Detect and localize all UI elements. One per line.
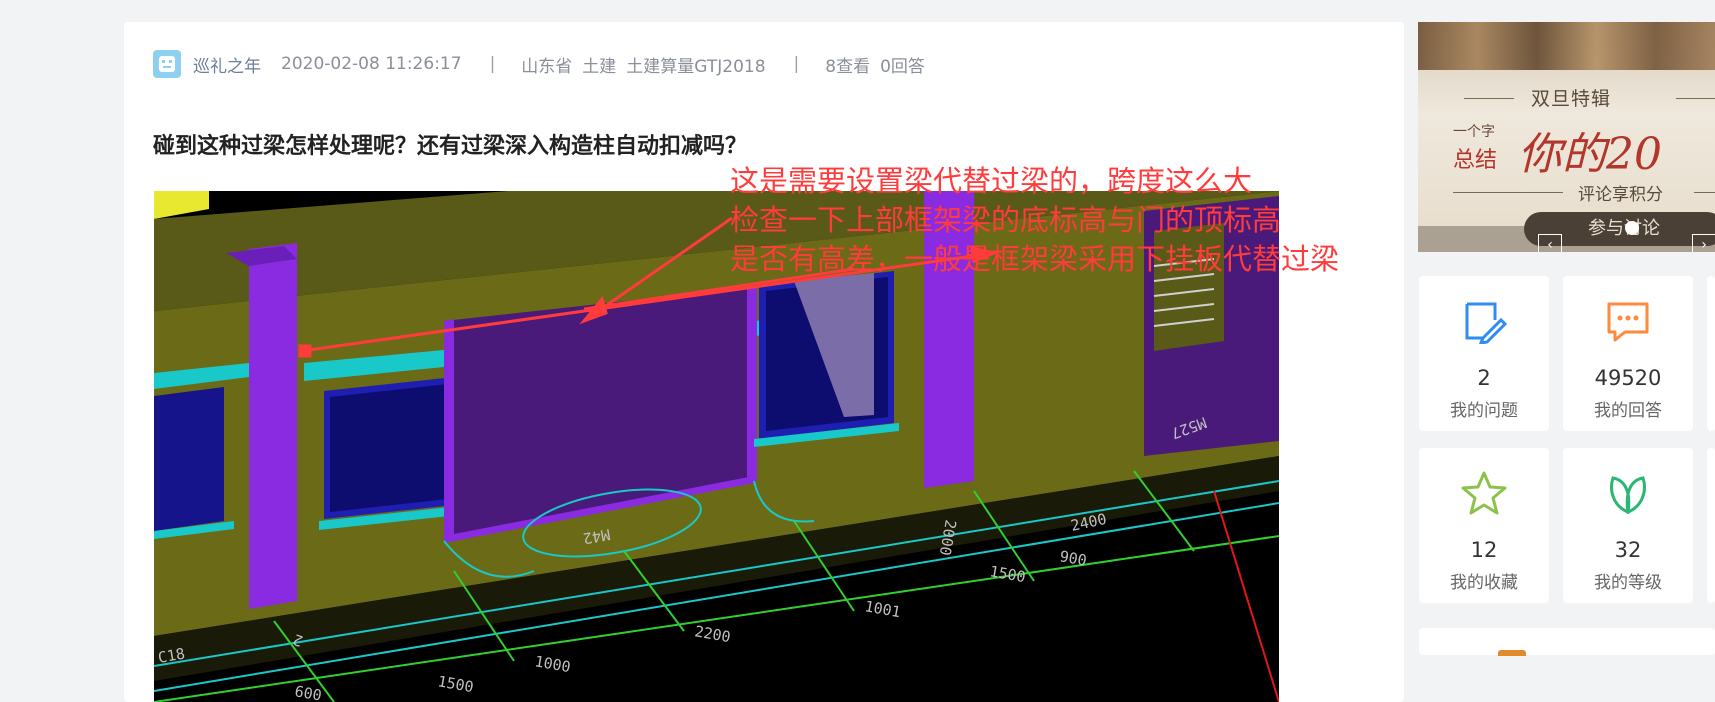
stat-card-questions[interactable]: 2 我的问题: [1419, 276, 1549, 431]
level-label: 我的等级: [1594, 573, 1662, 593]
annotation-line-1: 这是需要设置梁代替过梁的，跨度这么大: [730, 164, 1253, 198]
banner-headline: 你的20: [1518, 129, 1662, 180]
cad-dim-900: 900: [1058, 547, 1088, 569]
questions-count: 2: [1477, 366, 1491, 390]
questions-label: 我的问题: [1450, 401, 1518, 421]
stat-card-favorites[interactable]: 12 我的收藏: [1419, 448, 1549, 603]
category-tag[interactable]: 土建: [582, 52, 616, 77]
banner-rule: [1464, 98, 1514, 99]
cad-dim-600: 600: [293, 682, 323, 702]
cad-dim-1000: 1000: [533, 652, 572, 676]
meta-separator-2: |: [793, 54, 800, 74]
banner-small-text-2: 总结: [1453, 148, 1498, 173]
stat-card-level[interactable]: 32 我的等级: [1563, 448, 1693, 603]
annotation-line-2: 检查一下上部框架梁的底标高与门的顶标高: [730, 203, 1282, 237]
answers-count: 49520: [1594, 366, 1662, 390]
answers-label: 我的回答: [1594, 401, 1662, 421]
annotation-line-3: 是否有高差，一般是框架梁采用下挂板代替过梁: [730, 242, 1340, 276]
banner-rule: [1676, 98, 1715, 99]
cad-dim-1500: 1500: [988, 562, 1027, 586]
software-tag[interactable]: 土建算量GTJ2018: [626, 52, 765, 77]
favorites-label: 我的收藏: [1450, 573, 1518, 593]
cad-dim-1500b: 1500: [436, 672, 475, 696]
banner-small-text: 一个字: [1453, 124, 1495, 140]
stat-card-answers[interactable]: 49520 我的回答: [1563, 276, 1693, 431]
view-count: 8查看: [825, 56, 871, 77]
leaf-icon: [1563, 470, 1693, 516]
question-card: 巡礼之年 2020-02-08 11:26:17 | 山东省 土建 土建算量GT…: [124, 22, 1404, 702]
annotation-text: 这是需要设置梁代替过梁的，跨度这么大 检查一下上部框架梁的底标高与门的顶标高 是…: [730, 162, 1339, 279]
carousel-next-button[interactable]: ›: [1692, 234, 1715, 252]
answer-count: 0回答: [880, 56, 925, 77]
stat-card-partial-2: [1707, 448, 1715, 603]
stat-card-partial: [1707, 276, 1715, 431]
question-meta: 巡礼之年 2020-02-08 11:26:17 | 山东省 土建 土建算量GT…: [153, 50, 925, 78]
author-name[interactable]: 巡礼之年: [193, 52, 261, 77]
cad-dim-2200: 2200: [693, 622, 732, 646]
post-datetime: 2020-02-08 11:26:17: [281, 54, 462, 74]
cad-dim-1001: 1001: [863, 597, 902, 621]
banner-rule: [1694, 192, 1715, 193]
favorites-count: 12: [1470, 538, 1498, 562]
meta-separator: |: [489, 54, 496, 74]
next-card: [1419, 628, 1715, 656]
user-avatar-icon: [159, 56, 175, 72]
banner-rule: [1453, 192, 1563, 193]
avatar[interactable]: [153, 50, 181, 78]
question-title: 碰到这种过梁怎样处理呢？还有过梁深入构造柱自动扣减吗？: [153, 134, 748, 159]
star-icon: [1419, 470, 1549, 516]
banner-decoration: [1418, 22, 1715, 70]
edit-note-icon: [1419, 298, 1549, 344]
banner-subtitle: 评论享积分: [1578, 185, 1663, 205]
region-tag[interactable]: 山东省: [521, 52, 572, 77]
carousel-prev-button[interactable]: ‹: [1538, 234, 1562, 252]
medal-icon: [1498, 650, 1526, 656]
level-value: 32: [1614, 538, 1642, 562]
carousel-indicator-dot[interactable]: [1625, 221, 1639, 235]
banner-title: 双旦特辑: [1531, 88, 1612, 110]
promo-banner[interactable]: 双旦特辑 一个字 总结 你的20 评论享积分 参与讨论 ‹ ›: [1418, 22, 1715, 252]
chat-bubble-icon: [1563, 298, 1693, 344]
